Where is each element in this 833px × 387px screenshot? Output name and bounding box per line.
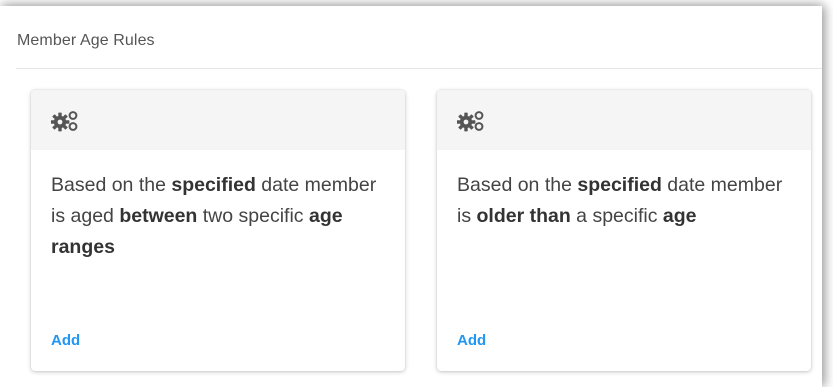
rule-text-emphasis: older than [476,205,571,227]
screen: Member Age Rules Based on the specified … [0,0,833,387]
rule-text-emphasis: age [662,205,697,227]
rule-text: Based on the [51,174,172,196]
panel-title: Member Age Rules [17,32,155,49]
rule-card-between-ages: Based on the specified date member is ag… [31,90,405,371]
rule-text: Based on the [457,174,578,196]
gears-icon [51,111,78,132]
rule-text: a specific [570,205,663,227]
card-header [437,90,811,150]
rule-description: Based on the specified date member is ol… [457,170,797,232]
rule-card-older-than: Based on the specified date member is ol… [437,90,811,371]
gears-icon [457,111,484,132]
rule-text-emphasis: between [119,205,198,227]
rule-text-emphasis: specified [577,174,662,196]
add-button[interactable]: Add [51,332,80,349]
rule-description: Based on the specified date member is ag… [51,170,391,263]
rule-text-emphasis: specified [171,174,256,196]
rule-text: two specific [197,205,309,227]
card-header [31,90,405,150]
add-button[interactable]: Add [457,332,486,349]
